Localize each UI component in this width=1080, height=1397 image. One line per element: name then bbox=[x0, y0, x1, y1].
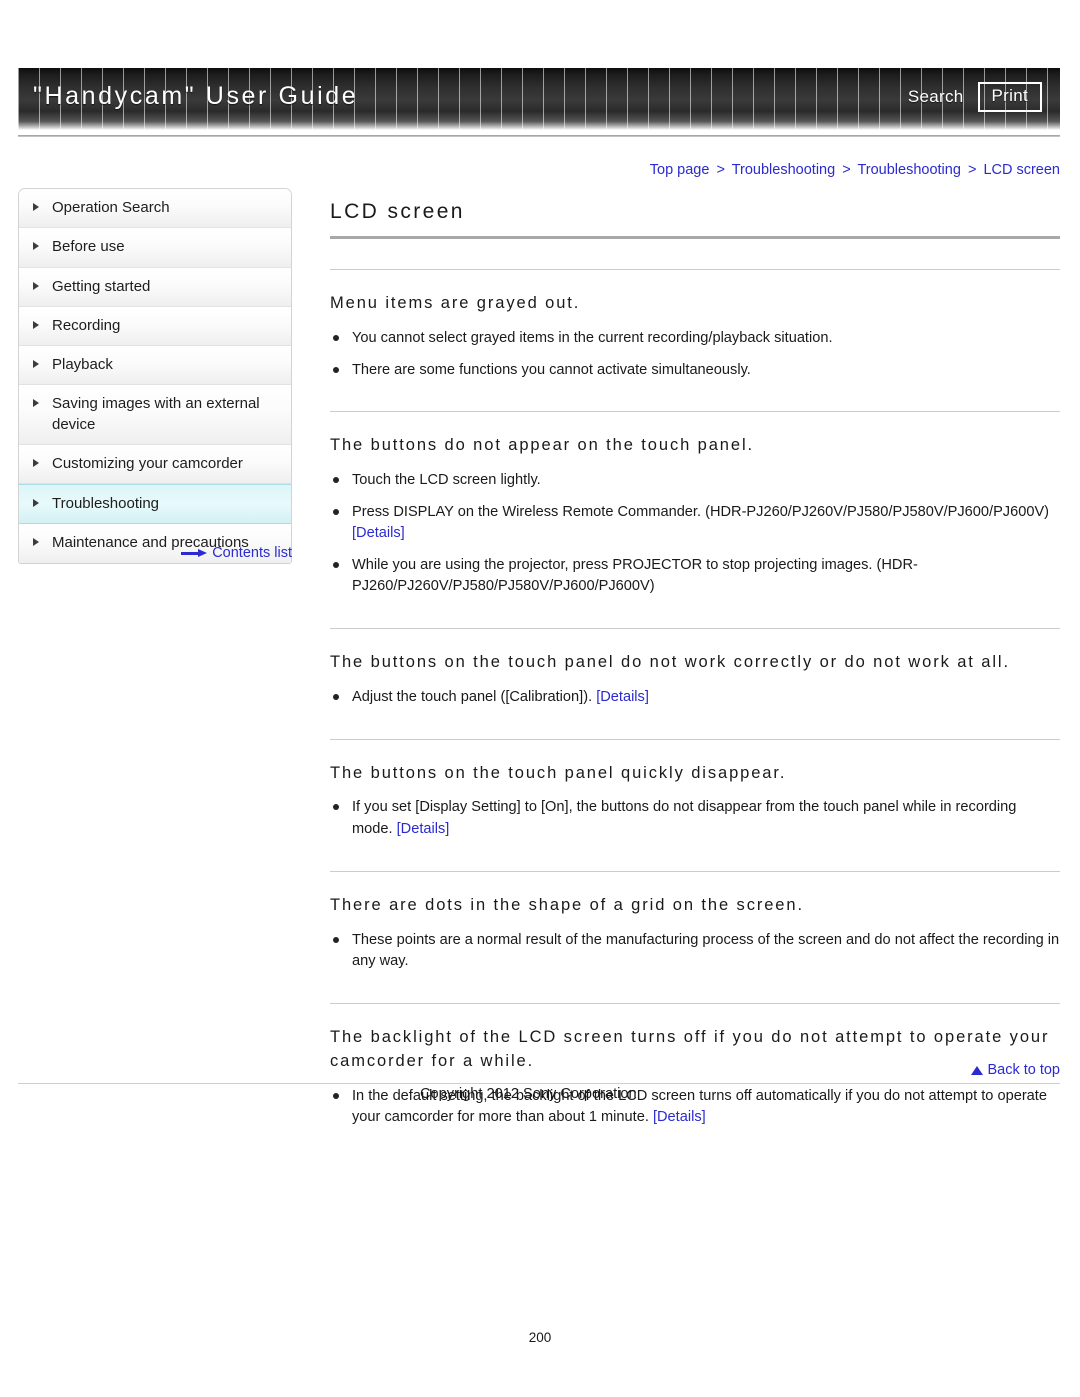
sidebar-item-troubleshooting[interactable]: Troubleshooting bbox=[19, 484, 291, 525]
sidebar-item-label: Getting started bbox=[52, 277, 151, 295]
section-buttons-quickly-disappear: The buttons on the touch panel quickly d… bbox=[330, 738, 1060, 841]
sidebar-item-getting-started[interactable]: Getting started bbox=[19, 267, 291, 307]
details-link[interactable]: [Details] bbox=[653, 1109, 706, 1125]
section-heading: There are dots in the shape of a grid on… bbox=[330, 895, 804, 914]
contents-list-link[interactable]: Contents list bbox=[18, 545, 292, 561]
arrow-right-icon bbox=[181, 549, 208, 558]
page-title: LCD screen bbox=[330, 200, 465, 223]
breadcrumb-separator: > bbox=[967, 162, 977, 178]
triangle-right-icon bbox=[33, 282, 43, 290]
header-banner-background: "Handycam" User Guide Search Print bbox=[18, 68, 1060, 130]
details-link[interactable]: [Details] bbox=[352, 525, 405, 541]
list-item-text: If you set [Display Setting] to [On], th… bbox=[352, 799, 1017, 838]
breadcrumb-item-top-page[interactable]: Top page bbox=[650, 162, 710, 178]
contents-list-label: Contents list bbox=[212, 545, 292, 562]
sidebar-nav: Operation Search Before use Getting star… bbox=[18, 188, 292, 564]
sidebar-item-saving-images[interactable]: Saving images with an external device bbox=[19, 385, 291, 445]
back-to-top-label: Back to top bbox=[987, 1062, 1060, 1078]
breadcrumb-separator: > bbox=[842, 162, 851, 178]
list-item-text: Touch the LCD screen lightly. bbox=[352, 472, 541, 489]
section-heading: Menu items are grayed out. bbox=[330, 294, 581, 312]
sidebar-item-customizing[interactable]: Customizing your camcorder bbox=[19, 444, 291, 484]
section-divider bbox=[330, 738, 1060, 740]
list-item-text: While you are using the projector, press… bbox=[352, 556, 918, 595]
sidebar-item-label: Playback bbox=[52, 356, 113, 373]
sidebar-item-recording[interactable]: Recording bbox=[19, 306, 291, 346]
triangle-right-icon bbox=[33, 360, 43, 368]
section-dots-grid: There are dots in the shape of a grid on… bbox=[330, 870, 1060, 973]
list-item: Touch the LCD screen lightly. bbox=[330, 470, 1060, 492]
triangle-right-icon bbox=[33, 321, 43, 329]
list-item: There are some functions you cannot acti… bbox=[330, 360, 1060, 382]
sidebar-item-label: Saving images with an external device bbox=[52, 395, 260, 433]
list-item-text: You cannot select grayed items in the cu… bbox=[352, 329, 833, 346]
list-item: Adjust the touch panel ([Calibration]). … bbox=[330, 687, 1060, 709]
triangle-up-icon bbox=[971, 1066, 984, 1075]
search-button[interactable]: Search bbox=[908, 87, 964, 107]
sidebar-item-playback[interactable]: Playback bbox=[19, 346, 291, 386]
back-to-top-link[interactable]: Back to top bbox=[330, 1062, 1060, 1078]
section-divider bbox=[330, 628, 1060, 629]
breadcrumb-item-lcd-screen[interactable]: LCD screen bbox=[983, 162, 1060, 178]
section-divider bbox=[330, 870, 1060, 872]
triangle-right-icon bbox=[33, 499, 43, 507]
list-item-text: These points are a normal result of the … bbox=[352, 931, 1060, 970]
footer-divider bbox=[18, 1083, 1060, 1084]
breadcrumb-item-troubleshooting[interactable]: Troubleshooting bbox=[732, 162, 835, 178]
section-buttons-do-not-appear: The buttons do not appear on the touch p… bbox=[330, 411, 1060, 598]
section-menu-items-grayed-out: Menu items are grayed out. You cannot se… bbox=[330, 269, 1060, 381]
sidebar-item-operation-search[interactable]: Operation Search bbox=[19, 189, 291, 229]
copyright-text: Copyright 2012 Sony Corporation bbox=[420, 1086, 637, 1102]
main-content: LCD screen Menu items are grayed out. Yo… bbox=[330, 200, 1060, 1139]
details-link[interactable]: [Details] bbox=[397, 821, 450, 837]
bullet-list: Touch the LCD screen lightly. Press DISP… bbox=[330, 470, 1060, 598]
sidebar-item-label: Before use bbox=[52, 238, 125, 256]
site-header: "Handycam" User Guide Search Print bbox=[18, 68, 1060, 130]
list-item: While you are using the projector, press… bbox=[330, 555, 1060, 598]
header-actions: Search Print bbox=[908, 82, 1042, 112]
triangle-right-icon bbox=[33, 242, 43, 250]
list-item-text: Adjust the touch panel ([Calibration]). bbox=[352, 688, 597, 705]
bullet-list: If you set [Display Setting] to [On], th… bbox=[330, 797, 1060, 840]
sidebar-item-label: Operation Search bbox=[52, 199, 170, 216]
title-divider bbox=[330, 236, 1060, 239]
list-item-text: There are some functions you cannot acti… bbox=[352, 361, 751, 378]
section-heading: The buttons do not appear on the touch p… bbox=[330, 436, 755, 455]
breadcrumb: Top page > Troubleshooting > Troubleshoo… bbox=[650, 162, 1060, 178]
section-divider bbox=[330, 269, 1060, 270]
list-item-text: Press DISPLAY on the Wireless Remote Com… bbox=[352, 503, 1050, 520]
page-number: 200 bbox=[528, 1330, 552, 1345]
bullet-list: These points are a normal result of the … bbox=[330, 930, 1060, 973]
details-link[interactable]: [Details] bbox=[596, 689, 649, 705]
header-divider bbox=[18, 135, 1060, 137]
section-heading: The buttons on the touch panel quickly d… bbox=[330, 763, 787, 782]
section-buttons-do-not-work: The buttons on the touch panel do not wo… bbox=[330, 628, 1060, 709]
triangle-right-icon bbox=[33, 459, 43, 467]
section-divider bbox=[330, 1002, 1060, 1004]
bullet-list: Adjust the touch panel ([Calibration]). … bbox=[330, 687, 1060, 709]
triangle-right-icon bbox=[33, 399, 43, 407]
list-item: Press DISPLAY on the Wireless Remote Com… bbox=[330, 502, 1060, 545]
site-title: "Handycam" User Guide bbox=[33, 82, 359, 110]
triangle-right-icon bbox=[33, 203, 43, 211]
list-item: If you set [Display Setting] to [On], th… bbox=[330, 797, 1060, 840]
print-button[interactable]: Print bbox=[977, 82, 1042, 112]
sidebar-item-label: Customizing your camcorder bbox=[52, 454, 243, 472]
sidebar-item-label: Recording bbox=[52, 316, 121, 334]
section-heading: The buttons on the touch panel do not wo… bbox=[330, 653, 1010, 671]
sidebar-item-label: Troubleshooting bbox=[52, 495, 160, 512]
list-item: You cannot select grayed items in the cu… bbox=[330, 328, 1060, 350]
bullet-list: You cannot select grayed items in the cu… bbox=[330, 328, 1060, 381]
breadcrumb-separator: > bbox=[716, 162, 725, 178]
section-divider bbox=[330, 411, 1060, 413]
sidebar-item-before-use[interactable]: Before use bbox=[19, 228, 291, 268]
list-item: These points are a normal result of the … bbox=[330, 930, 1060, 973]
breadcrumb-item-troubleshooting-2[interactable]: Troubleshooting bbox=[857, 162, 960, 178]
